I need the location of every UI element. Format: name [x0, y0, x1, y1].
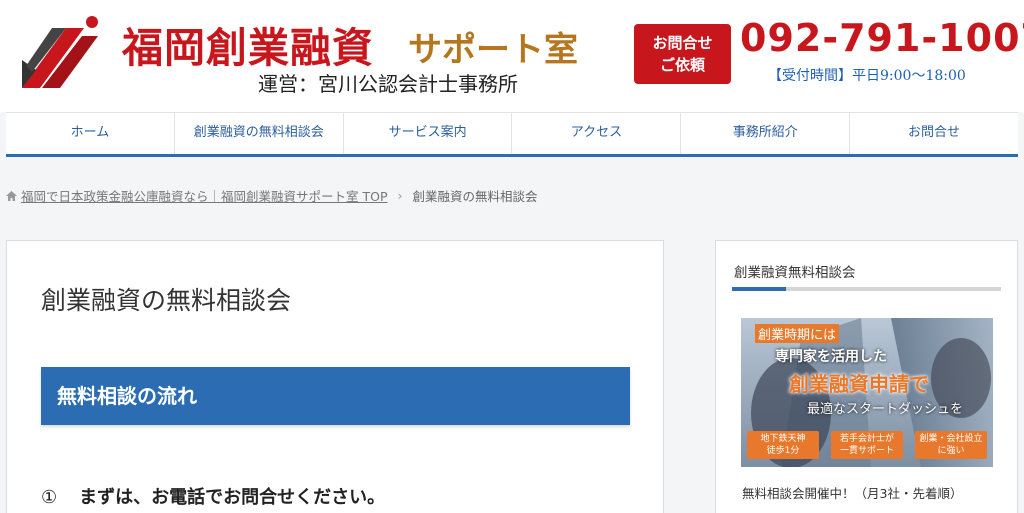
main-content: 創業融資の無料相談会 無料相談の流れ ① まずは、お電話でお問合せください。	[6, 240, 664, 513]
banner-badge-startup-line-2: に強い	[937, 446, 965, 456]
site-header: 福岡創業融資 サポート室 運営：宮川公認会計士事務所 お問合せ ご依頼 092-…	[0, 0, 1024, 112]
nav-item-access[interactable]: アクセス	[512, 113, 682, 154]
site-title-suffix[interactable]: サポート室	[408, 22, 578, 71]
breadcrumb-home-link[interactable]: 福岡で日本政策金融公庫融資なら｜福岡創業融資サポート室 TOP	[21, 186, 388, 205]
consultation-banner[interactable]: 創業時期には 専門家を活用した 創業融資申請で 最適なスタートダッシュを 地下鉄…	[741, 318, 993, 467]
nav-item-home[interactable]: ホーム	[6, 113, 175, 154]
step-text: まずは、お電話でお問合せください。	[79, 487, 386, 508]
sidebar: 創業融資無料相談会 創業時期には 専門家を活用した 創業融資申請で 最適なスター…	[715, 240, 1018, 513]
breadcrumb-current: 創業融資の無料相談会	[412, 189, 538, 204]
home-icon	[6, 190, 17, 201]
contact-button[interactable]: お問合せ ご依頼	[634, 24, 731, 84]
banner-line-3: 創業融資申請で	[789, 372, 929, 396]
banner-badge-access-line-1: 地下鉄天神	[760, 434, 806, 444]
breadcrumb: 福岡で日本政策金融公庫融資なら｜福岡創業融資サポート室 TOP › 創業融資の無…	[6, 186, 538, 205]
section-heading: 無料相談の流れ	[41, 367, 630, 425]
banner-line-1: 創業時期には	[755, 324, 840, 343]
banner-badge-support-line-1: 若手会計士が	[839, 434, 894, 444]
contact-button-label-2: ご依頼	[659, 56, 705, 74]
logo-icon[interactable]	[22, 20, 104, 88]
breadcrumb-separator: ›	[397, 188, 403, 203]
banner-badge-startup: 創業・会社設立 に強い	[915, 431, 987, 459]
banner-badge-startup-line-1: 創業・会社設立	[919, 434, 983, 444]
contact-button-label-1: お問合せ	[652, 34, 713, 52]
sidebar-caption[interactable]: 無料相談会開催中！（月3社・先着順）	[742, 483, 962, 502]
sidebar-widget-title: 創業融資無料相談会	[734, 265, 856, 281]
business-hours: 【受付時間】平日9:00〜18:00	[768, 68, 966, 84]
banner-badge-support: 若手会計士が 一貫サポート	[831, 431, 903, 459]
sidebar-title-accent	[732, 287, 786, 291]
step-item: ① まずは、お電話でお問合せください。	[41, 483, 385, 509]
site-title[interactable]: 福岡創業融資	[122, 14, 374, 74]
sidebar-title-underline	[732, 287, 1001, 291]
step-number: ①	[41, 487, 58, 508]
banner-line-4: 最適なスタートダッシュを	[807, 402, 964, 417]
banner-badge-access-line-2: 徒歩1分	[766, 446, 800, 456]
banner-line-2: 専門家を活用した	[775, 349, 887, 365]
operator-text: 運営：宮川公認会計士事務所	[258, 72, 518, 96]
banner-badge-access: 地下鉄天神 徒歩1分	[747, 431, 819, 459]
global-nav: ホーム 創業融資の無料相談会 サービス案内 アクセス 事務所紹介 お問合せ	[6, 112, 1018, 157]
banner-badge-support-line-2: 一貫サポート	[839, 446, 894, 456]
nav-item-contact[interactable]: お問合せ	[850, 113, 1018, 154]
phone-number[interactable]: 092-791-1007	[740, 16, 1024, 60]
nav-item-office[interactable]: 事務所紹介	[681, 113, 851, 154]
page-title: 創業融資の無料相談会	[41, 286, 292, 315]
nav-item-free-consultation[interactable]: 創業融資の無料相談会	[175, 113, 344, 154]
logo-dot	[86, 16, 98, 28]
nav-item-services[interactable]: サービス案内	[344, 113, 513, 154]
